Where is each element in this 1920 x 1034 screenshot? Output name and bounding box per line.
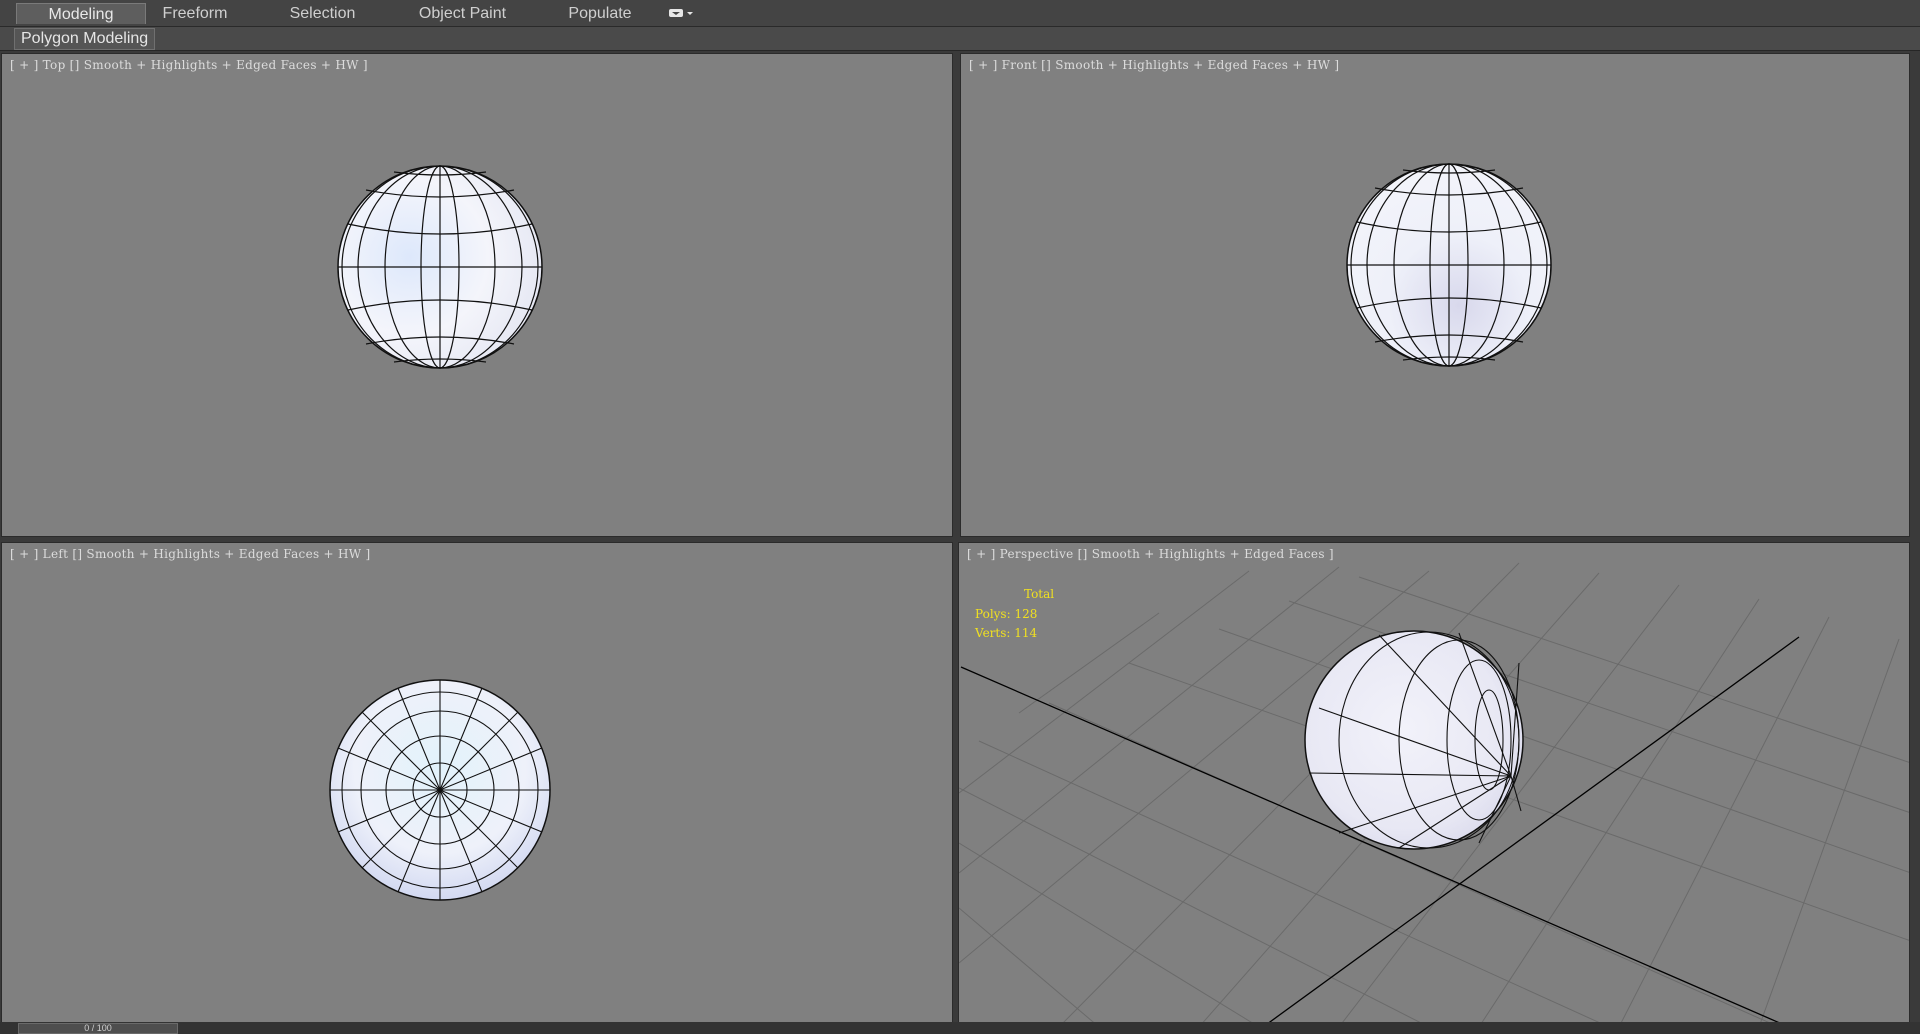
viewport-left[interactable]: [ + ] Left [] Smooth + Highlights + Edge… bbox=[1, 542, 953, 1026]
statistics-overlay: Total Polys: 128 Verts: 114 bbox=[975, 585, 1054, 644]
ribbon-panel-row: Polygon Modeling bbox=[0, 27, 1920, 51]
viewport-area: [ + ] Top [] Smooth + Highlights + Edged… bbox=[0, 51, 1920, 1034]
time-slider[interactable]: 0 / 100 bbox=[18, 1023, 178, 1034]
viewport-front[interactable]: [ + ] Front [] Smooth + Highlights + Edg… bbox=[960, 53, 1910, 537]
tab-selection[interactable]: Selection bbox=[270, 3, 375, 24]
ribbon-tab-bar: Modeling Freeform Selection Object Paint… bbox=[0, 0, 1920, 27]
viewport-shading-mode[interactable]: Smooth + Highlights + Edged Faces ] bbox=[1092, 547, 1334, 561]
viewport-perspective-label: [ + ] Perspective [] Smooth + Highlights… bbox=[967, 547, 1334, 561]
viewport-right-scrollbar[interactable] bbox=[1910, 51, 1920, 1022]
viewport-perspective[interactable]: [ + ] Perspective [] Smooth + Highlights… bbox=[958, 542, 1910, 1026]
tab-freeform[interactable]: Freeform bbox=[145, 3, 245, 24]
stats-verts: Verts: 114 bbox=[975, 626, 1038, 640]
sphere-top-view bbox=[337, 165, 543, 369]
ribbon-minimize-icon[interactable] bbox=[668, 7, 696, 21]
stats-title: Total bbox=[1024, 587, 1055, 601]
viewport-menu-plus[interactable]: [ + ] bbox=[967, 547, 996, 561]
viewport-view-name[interactable]: Perspective bbox=[1000, 547, 1074, 561]
tab-modeling[interactable]: Modeling bbox=[16, 3, 146, 24]
timeline-bar: 0 / 100 bbox=[0, 1022, 1920, 1034]
sphere-left-view bbox=[329, 679, 551, 901]
sphere-front-view bbox=[1346, 163, 1552, 367]
tab-populate[interactable]: Populate bbox=[555, 3, 645, 24]
stats-polys: Polys: 128 bbox=[975, 606, 1038, 621]
polygon-modeling-button[interactable]: Polygon Modeling bbox=[14, 28, 156, 50]
tab-object-paint[interactable]: Object Paint bbox=[405, 3, 520, 24]
viewport-top[interactable]: [ + ] Top [] Smooth + Highlights + Edged… bbox=[1, 53, 953, 537]
perspective-scene bbox=[959, 562, 1909, 1025]
